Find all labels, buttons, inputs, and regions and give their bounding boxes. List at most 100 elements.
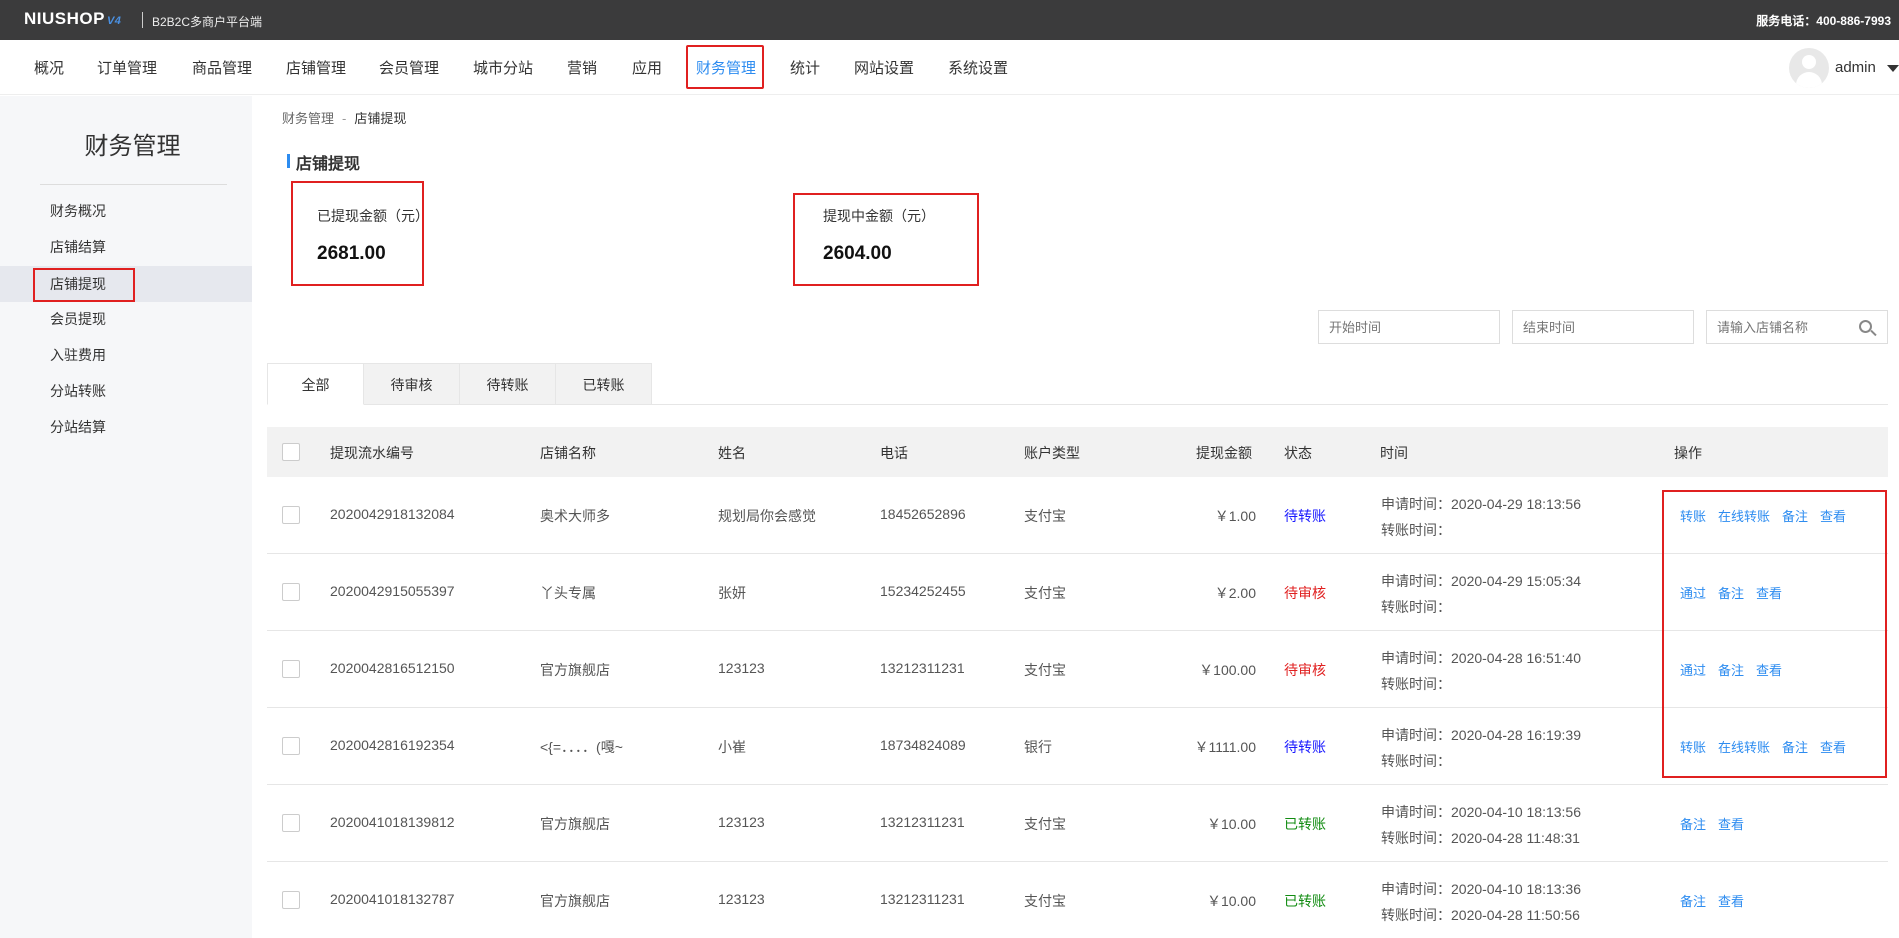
brand-logo[interactable]: NIUSHOP V4 bbox=[24, 9, 121, 29]
remark-link[interactable]: 备注 bbox=[1680, 894, 1706, 909]
transfer-time: 转账时间： bbox=[1381, 599, 1451, 615]
transfer-time: 转账时间： bbox=[1381, 676, 1451, 692]
row-serial: 2020042816192354 bbox=[330, 737, 455, 753]
transfer-time: 转账时间： bbox=[1381, 753, 1451, 769]
logo-text: NIUSHOP bbox=[24, 9, 105, 28]
row-amount: ￥10.00 bbox=[1206, 816, 1256, 832]
row-amount: ￥2.00 bbox=[1214, 585, 1256, 601]
nav-highlight-box bbox=[686, 45, 764, 89]
table-row: 2020042816192354 <{=．．．．(嘎~ 小崔 187348240… bbox=[267, 708, 1888, 785]
row-account: 银行 bbox=[1024, 739, 1052, 755]
tab-pending-transfer[interactable]: 待转账 bbox=[459, 363, 556, 405]
row-checkbox[interactable] bbox=[282, 814, 300, 832]
breadcrumb-separator: - bbox=[342, 111, 347, 126]
sidebar-item-substation-settlement[interactable]: 分站结算 bbox=[0, 409, 252, 445]
chevron-down-icon bbox=[1887, 65, 1899, 72]
status-badge: 待审核 bbox=[1284, 662, 1326, 678]
row-phone: 13212311231 bbox=[880, 660, 965, 676]
row-serial: 2020042816512150 bbox=[330, 660, 455, 676]
row-checkbox[interactable] bbox=[282, 506, 300, 524]
withdrawn-highlight-box bbox=[291, 181, 424, 286]
nav-item-apps[interactable]: 应用 bbox=[632, 57, 662, 78]
row-serial: 2020042918132084 bbox=[330, 506, 455, 522]
table-row: 2020042918132084 奥术大师多 规划局你会感觉 184526528… bbox=[267, 477, 1888, 554]
row-phone: 15234252455 bbox=[880, 583, 966, 599]
col-status: 状态 bbox=[1284, 445, 1312, 461]
row-serial: 2020041018139812 bbox=[330, 814, 455, 830]
status-badge: 已转账 bbox=[1284, 816, 1326, 832]
col-time: 时间 bbox=[1380, 445, 1408, 461]
row-times: 申请时间：2020-04-29 15:05:34 转账时间： bbox=[1381, 571, 1581, 617]
table-header: 提现流水编号 店铺名称 姓名 电话 账户类型 提现金额 状态 时间 操作 bbox=[267, 427, 1888, 477]
breadcrumb-current: 店铺提现 bbox=[354, 111, 407, 126]
status-badge: 待审核 bbox=[1284, 585, 1326, 601]
tab-transferred[interactable]: 已转账 bbox=[555, 363, 652, 405]
search-button[interactable] bbox=[1846, 310, 1888, 344]
main-nav: 概况 订单管理 商品管理 店铺管理 会员管理 城市分站 营销 应用 财务管理 统… bbox=[0, 40, 1899, 95]
table-row: 2020042915055397 丫头专属 张妍 15234252455 支付宝… bbox=[267, 554, 1888, 631]
row-shop: 官方旗舰店 bbox=[540, 893, 610, 909]
user-menu[interactable]: admin bbox=[1789, 48, 1899, 88]
table-row: 2020041018139812 官方旗舰店 123123 1321231123… bbox=[267, 785, 1888, 862]
col-phone: 电话 bbox=[880, 445, 908, 461]
shop-name-search-input[interactable] bbox=[1706, 310, 1847, 344]
view-link[interactable]: 查看 bbox=[1718, 817, 1744, 832]
row-shop: 丫头专属 bbox=[540, 585, 596, 601]
sidebar-item-substation-transfer[interactable]: 分站转账 bbox=[0, 373, 252, 409]
nav-item-goods[interactable]: 商品管理 bbox=[192, 57, 252, 78]
row-shop: <{=．．．．(嘎~ bbox=[540, 739, 623, 755]
breadcrumb: 财务管理 - 店铺提现 bbox=[282, 108, 406, 127]
transfer-time: 转账时间： bbox=[1381, 522, 1451, 538]
sidebar-highlight-box bbox=[33, 268, 135, 302]
sidebar-item-entry-fees[interactable]: 入驻费用 bbox=[0, 337, 252, 373]
select-all-checkbox[interactable] bbox=[282, 443, 300, 461]
nav-item-site-settings[interactable]: 网站设置 bbox=[854, 57, 914, 78]
col-ops: 操作 bbox=[1674, 445, 1702, 461]
tab-pending-review[interactable]: 待审核 bbox=[363, 363, 460, 405]
row-phone: 13212311231 bbox=[880, 891, 965, 907]
row-serial: 2020041018132787 bbox=[330, 891, 455, 907]
row-name: 123123 bbox=[718, 814, 765, 830]
row-name: 123123 bbox=[718, 891, 765, 907]
nav-item-overview[interactable]: 概况 bbox=[34, 57, 64, 78]
row-checkbox[interactable] bbox=[282, 891, 300, 909]
view-link[interactable]: 查看 bbox=[1718, 894, 1744, 909]
apply-time: 申请时间：2020-04-10 18:13:56 bbox=[1381, 804, 1581, 820]
row-name: 张妍 bbox=[718, 585, 746, 601]
remark-link[interactable]: 备注 bbox=[1680, 817, 1706, 832]
row-amount: ￥1.00 bbox=[1214, 508, 1256, 524]
page-title: 店铺提现 bbox=[296, 156, 361, 173]
row-checkbox[interactable] bbox=[282, 737, 300, 755]
row-shop: 官方旗舰店 bbox=[540, 816, 610, 832]
sidebar: 财务管理 财务概况 店铺结算 店铺提现 会员提现 入驻费用 分站转账 分站结算 bbox=[0, 96, 252, 938]
nav-item-members[interactable]: 会员管理 bbox=[379, 57, 439, 78]
row-checkbox[interactable] bbox=[282, 660, 300, 678]
col-serial: 提现流水编号 bbox=[330, 445, 414, 461]
sidebar-item-shop-settlement[interactable]: 店铺结算 bbox=[0, 229, 252, 265]
nav-item-shops[interactable]: 店铺管理 bbox=[286, 57, 346, 78]
row-shop: 官方旗舰店 bbox=[540, 662, 610, 678]
end-time-input[interactable] bbox=[1512, 310, 1694, 344]
row-name: 小崔 bbox=[718, 739, 746, 755]
sidebar-item-member-withdrawal[interactable]: 会员提现 bbox=[0, 301, 252, 337]
status-badge: 待转账 bbox=[1284, 739, 1326, 755]
apply-time: 申请时间：2020-04-29 15:05:34 bbox=[1381, 573, 1581, 589]
nav-item-system-settings[interactable]: 系统设置 bbox=[948, 57, 1008, 78]
nav-item-marketing[interactable]: 营销 bbox=[567, 57, 597, 78]
sidebar-title: 财务管理 bbox=[84, 133, 181, 160]
row-checkbox[interactable] bbox=[282, 583, 300, 601]
sidebar-item-finance-overview[interactable]: 财务概况 bbox=[0, 193, 252, 229]
row-times: 申请时间：2020-04-28 16:51:40 转账时间： bbox=[1381, 648, 1581, 694]
tab-all[interactable]: 全部 bbox=[267, 363, 364, 405]
breadcrumb-parent[interactable]: 财务管理 bbox=[282, 111, 334, 126]
section-accent-bar bbox=[287, 154, 290, 168]
nav-item-statistics[interactable]: 统计 bbox=[790, 57, 820, 78]
nav-item-city-sites[interactable]: 城市分站 bbox=[473, 57, 533, 78]
nav-item-orders[interactable]: 订单管理 bbox=[97, 57, 157, 78]
row-actions: 备注 查看 bbox=[1680, 814, 1756, 833]
start-time-input[interactable] bbox=[1318, 310, 1500, 344]
status-badge: 已转账 bbox=[1284, 893, 1326, 909]
row-account: 支付宝 bbox=[1024, 816, 1066, 832]
platform-subtitle: B2B2C多商户平台端 bbox=[152, 15, 263, 29]
logo-divider bbox=[142, 12, 143, 28]
